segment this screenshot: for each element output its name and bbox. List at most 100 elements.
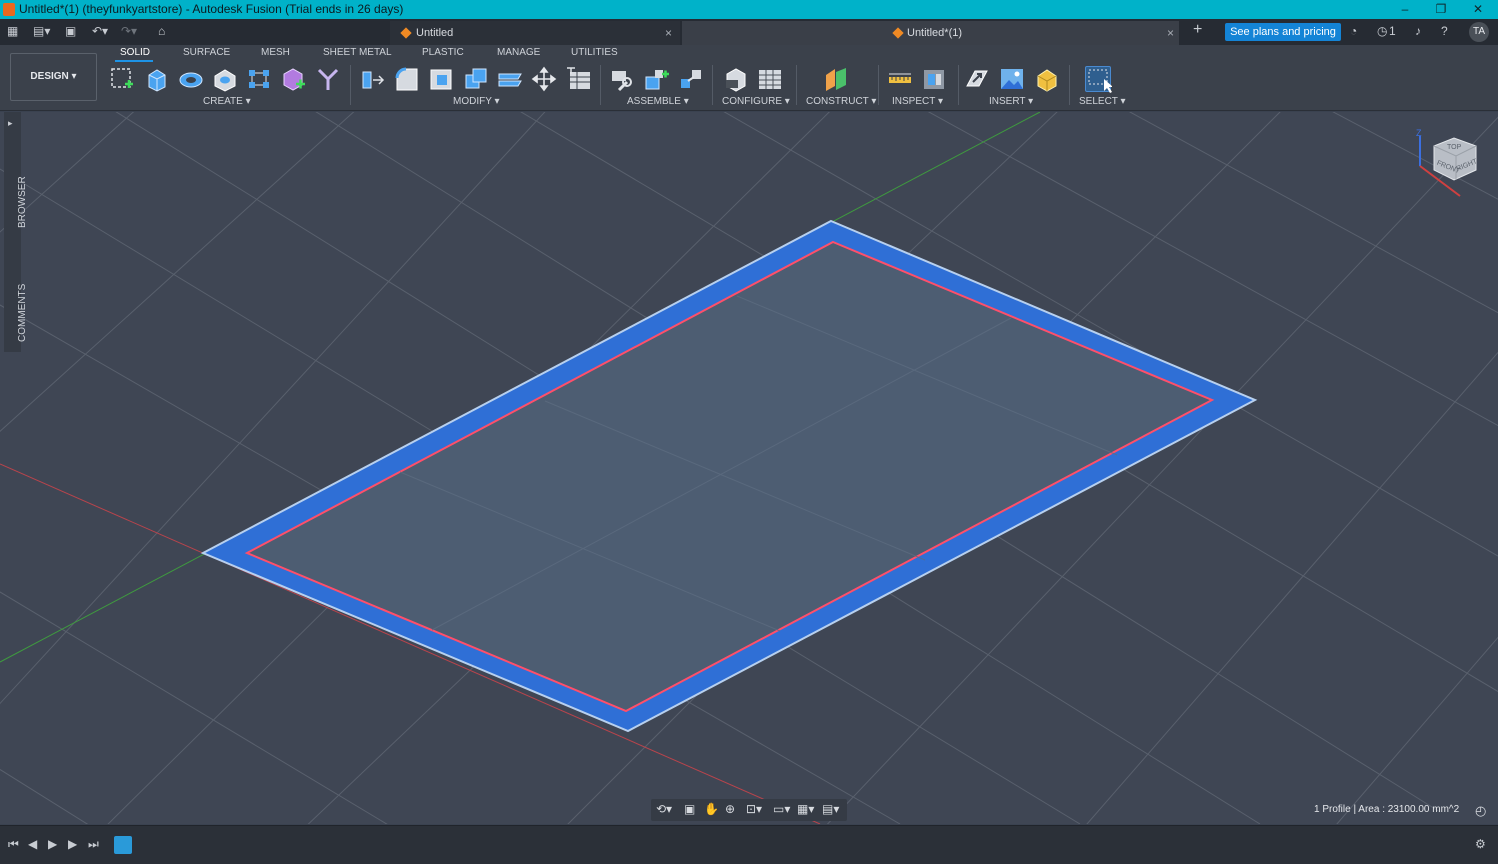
construct-menu[interactable]: CONSTRUCT ▾ xyxy=(806,96,876,107)
assemble-menu[interactable]: ASSEMBLE ▾ xyxy=(627,96,689,107)
data-panel-icon[interactable]: ◔ xyxy=(1350,24,1357,38)
look-at-icon[interactable]: ▣ xyxy=(684,802,695,816)
close-window-button[interactable]: ✕ xyxy=(1463,0,1493,19)
go-to-start-icon[interactable]: ⏮ xyxy=(8,837,19,852)
joint-icon[interactable] xyxy=(609,66,635,92)
rigid-group-icon[interactable] xyxy=(678,66,704,92)
extrude-icon[interactable] xyxy=(144,66,170,92)
tab-utilities[interactable]: UTILITIES xyxy=(571,47,618,58)
help-icon[interactable]: ? xyxy=(1441,24,1448,38)
undo-icon[interactable]: ↶▾ xyxy=(92,24,108,38)
grid-settings-icon[interactable]: ▦▾ xyxy=(797,802,814,816)
orbit-icon[interactable]: ⟲▾ xyxy=(656,802,672,816)
play-icon[interactable]: ▶ xyxy=(48,837,57,851)
tab-close-icon[interactable]: × xyxy=(1167,21,1174,45)
insert-mesh-icon[interactable] xyxy=(1034,66,1060,92)
timeline-settings-icon[interactable]: ⚙ xyxy=(1475,837,1486,851)
create-form-icon[interactable] xyxy=(315,66,341,92)
navigation-toolbar: ⟲▾ ▣ ✋ ⊕ ⊡▾ ▭▾ ▦▾ ▤▾ xyxy=(651,799,847,821)
offset-face-icon[interactable] xyxy=(497,66,523,92)
step-forward-icon[interactable]: ▶ xyxy=(68,837,77,851)
design-canvas[interactable]: FRONT RIGHT TOP Z xyxy=(0,112,1498,824)
comments-panel-tab[interactable]: COMMENTS xyxy=(17,284,28,342)
select-menu[interactable]: SELECT ▾ xyxy=(1079,96,1126,107)
job-status-icon[interactable]: ◷ xyxy=(1377,24,1387,38)
group-divider xyxy=(600,65,601,105)
offset-plane-icon[interactable] xyxy=(823,66,849,92)
insert-derive-icon[interactable] xyxy=(964,66,990,92)
press-pull-icon[interactable] xyxy=(359,66,385,92)
status-settings-icon[interactable]: ◴ xyxy=(1475,803,1486,819)
tab-plastic[interactable]: PLASTIC xyxy=(422,47,464,58)
rectangular-pattern-icon[interactable] xyxy=(246,66,272,92)
fusion-app-icon xyxy=(3,3,15,16)
notifications-icon[interactable]: ♪ xyxy=(1415,24,1421,38)
display-settings-icon[interactable]: ▭▾ xyxy=(773,802,790,816)
redo-icon[interactable]: ↷▾ xyxy=(121,24,137,38)
tab-manage[interactable]: MANAGE xyxy=(497,47,540,58)
step-back-icon[interactable]: ◀ xyxy=(28,837,37,851)
modify-menu[interactable]: MODIFY ▾ xyxy=(453,96,500,107)
design-workspace-button[interactable]: DESIGN ▾ xyxy=(10,53,97,101)
tab-sheet-metal[interactable]: SHEET METAL xyxy=(323,47,392,58)
tab-label: Untitled xyxy=(416,27,454,39)
timeline-bar: ⏮ ◀ ▶ ▶ ⏭ ⚙ xyxy=(0,825,1498,864)
fillet-icon[interactable] xyxy=(393,66,419,92)
tab-solid[interactable]: SOLID xyxy=(120,47,150,58)
design-cube-icon xyxy=(892,27,904,39)
configure-menu[interactable]: CONFIGURE ▾ xyxy=(722,96,790,107)
shell-icon[interactable] xyxy=(428,66,454,92)
save-icon[interactable]: ▣ xyxy=(65,24,76,38)
insert-menu[interactable]: INSERT ▾ xyxy=(989,96,1033,107)
tab-mesh[interactable]: MESH xyxy=(261,47,290,58)
browser-panel-tab[interactable]: BROWSER xyxy=(17,176,28,228)
pan-icon[interactable]: ✋ xyxy=(704,802,719,816)
file-menu-icon[interactable]: ▤▾ xyxy=(33,24,50,38)
group-divider xyxy=(796,65,797,105)
hole-icon[interactable] xyxy=(212,66,238,92)
canvas-scene xyxy=(0,112,1498,824)
see-plans-button[interactable]: See plans and pricing xyxy=(1225,23,1341,41)
select-icon[interactable] xyxy=(1085,66,1113,93)
new-tab-icon[interactable]: + xyxy=(1193,21,1202,39)
combine-icon[interactable] xyxy=(463,66,489,92)
tab-untitled[interactable]: Untitled × xyxy=(390,21,680,45)
ribbon-toolbar: DESIGN ▾ SOLID SURFACE MESH SHEET METAL … xyxy=(0,45,1498,111)
tab-label: Untitled*(1) xyxy=(907,27,963,39)
zoom-icon[interactable]: ⊕ xyxy=(725,802,735,816)
inspect-menu[interactable]: INSPECT ▾ xyxy=(892,96,943,107)
configuration-table-icon[interactable] xyxy=(757,66,783,92)
app-grid-icon[interactable]: ▦ xyxy=(7,24,18,38)
side-panel: ▸ BROWSER COMMENTS xyxy=(4,112,28,352)
parameters-table-icon[interactable] xyxy=(566,66,592,92)
new-component-icon[interactable] xyxy=(280,66,306,92)
minimize-button[interactable]: – xyxy=(1390,0,1420,19)
timeline-sketch-feature[interactable] xyxy=(114,836,132,854)
viewports-icon[interactable]: ▤▾ xyxy=(822,802,839,816)
revolve-icon[interactable] xyxy=(178,66,204,92)
configure-icon[interactable] xyxy=(723,66,749,92)
decal-icon[interactable] xyxy=(999,66,1025,92)
group-divider xyxy=(958,65,959,105)
section-analysis-icon[interactable] xyxy=(921,66,947,92)
restore-button[interactable]: ❐ xyxy=(1426,0,1456,19)
new-sketch-icon[interactable] xyxy=(109,66,135,92)
tab-surface[interactable]: SURFACE xyxy=(183,47,230,58)
panel-toggle-icon[interactable]: ▸ xyxy=(8,118,13,129)
document-tab-bar: ▦ ▤▾ ▣ ↶▾ ↷▾ ⌂ Untitled × Untitled*(1) ×… xyxy=(0,19,1498,45)
as-built-joint-icon[interactable] xyxy=(643,66,669,92)
fit-icon[interactable]: ⊡▾ xyxy=(746,802,762,816)
group-divider xyxy=(712,65,713,105)
create-menu[interactable]: CREATE ▾ xyxy=(203,96,251,107)
move-icon[interactable] xyxy=(531,66,557,92)
viewcube[interactable]: FRONT RIGHT TOP Z xyxy=(1414,128,1484,202)
tab-close-icon[interactable]: × xyxy=(665,21,672,45)
group-divider xyxy=(1069,65,1070,105)
measure-icon[interactable] xyxy=(887,66,913,92)
user-avatar[interactable]: TA xyxy=(1469,22,1489,42)
tab-untitled-1[interactable]: Untitled*(1) × xyxy=(682,21,1179,45)
go-to-end-icon[interactable]: ⏭ xyxy=(88,837,99,852)
viewcube-face-top[interactable]: TOP xyxy=(1447,144,1461,151)
selection-status: 1 Profile | Area : 23100.00 mm^2 xyxy=(1314,804,1460,815)
home-icon[interactable]: ⌂ xyxy=(158,24,165,38)
